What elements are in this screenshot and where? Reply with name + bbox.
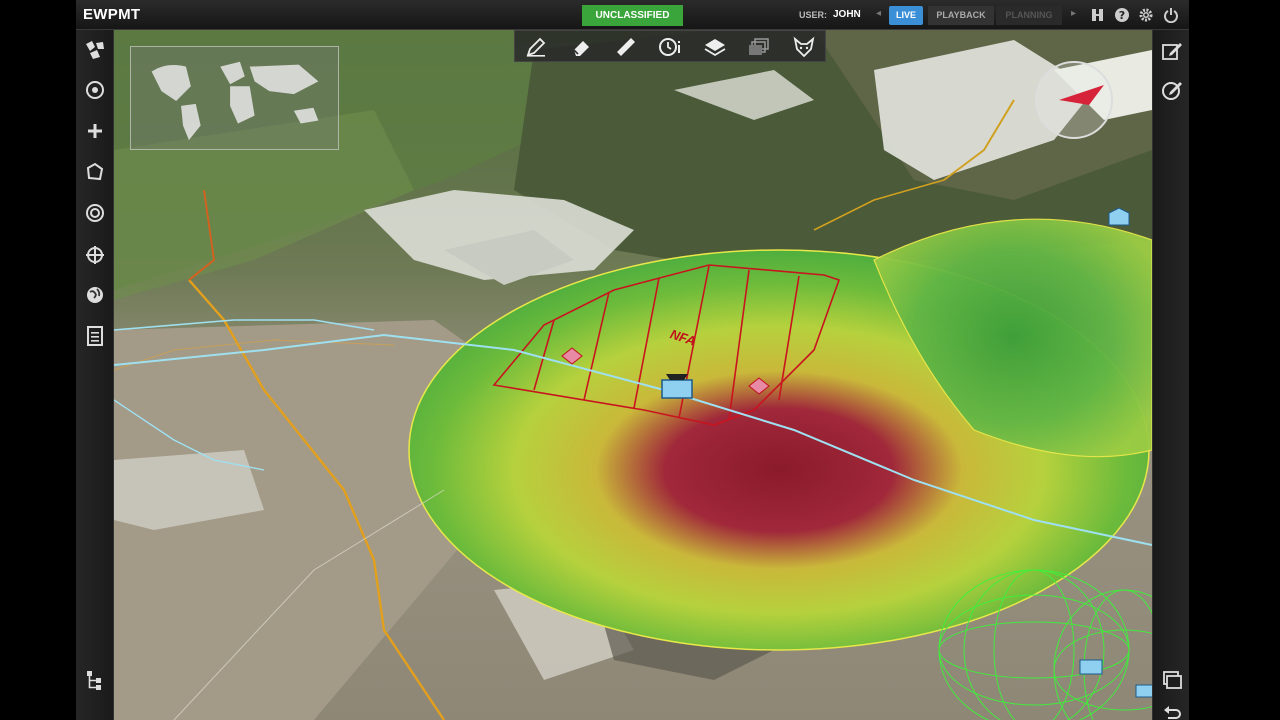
right-toolbar xyxy=(1152,30,1189,720)
document-icon[interactable] xyxy=(83,324,107,348)
circle-target-icon[interactable] xyxy=(83,201,107,225)
settings-icon[interactable] xyxy=(1138,7,1154,23)
mode-playback-button[interactable]: PLAYBACK xyxy=(928,6,994,25)
power-icon[interactable] xyxy=(1163,7,1179,24)
layers-icon[interactable] xyxy=(703,35,727,59)
app-window: EWPMT UNCLASSIFIED USER: JOHN ◂ LIVE PLA… xyxy=(76,0,1189,720)
timer-info-icon[interactable] xyxy=(658,35,682,59)
undo-arrow-icon[interactable] xyxy=(1160,700,1184,720)
help-icon[interactable]: ? xyxy=(1114,7,1130,23)
drawing-toolbar xyxy=(514,30,826,62)
unit-symbols-icon[interactable] xyxy=(83,38,107,62)
left-toolbar xyxy=(76,30,114,720)
hierarchy-icon[interactable] xyxy=(83,668,107,692)
top-bar: EWPMT UNCLASSIFIED USER: JOHN ◂ LIVE PLA… xyxy=(76,0,1189,30)
mode-left-arrow-icon[interactable]: ◂ xyxy=(876,8,881,19)
svg-text:?: ? xyxy=(1119,9,1125,22)
window-icon[interactable] xyxy=(1160,668,1184,692)
app-title: EWPMT xyxy=(83,6,141,23)
user-name[interactable]: JOHN xyxy=(833,9,861,20)
ruler-icon[interactable] xyxy=(614,35,638,59)
classification-banner: UNCLASSIFIED xyxy=(582,5,683,26)
polygon-icon[interactable] xyxy=(83,160,107,184)
minimap[interactable] xyxy=(130,46,339,150)
mode-right-arrow-icon[interactable]: ▸ xyxy=(1071,8,1076,19)
user-label: USER: xyxy=(799,10,828,20)
pencil-icon[interactable] xyxy=(524,35,548,59)
eraser-icon[interactable] xyxy=(569,35,593,59)
network-icon[interactable] xyxy=(1090,7,1106,23)
mode-live-button[interactable]: LIVE xyxy=(889,6,923,25)
map-view[interactable]: NFA xyxy=(114,30,1152,720)
target-icon[interactable] xyxy=(83,78,107,102)
fox-icon[interactable] xyxy=(792,35,816,59)
stacked-layers-icon[interactable] xyxy=(747,35,771,59)
globe-icon[interactable] xyxy=(83,283,107,307)
mode-planning-button[interactable]: PLANNING xyxy=(996,6,1062,25)
crosshair-icon[interactable] xyxy=(83,243,107,267)
edit-circle-icon[interactable] xyxy=(1160,78,1184,102)
edit-note-icon[interactable] xyxy=(1160,39,1184,63)
add-icon[interactable] xyxy=(83,119,107,143)
